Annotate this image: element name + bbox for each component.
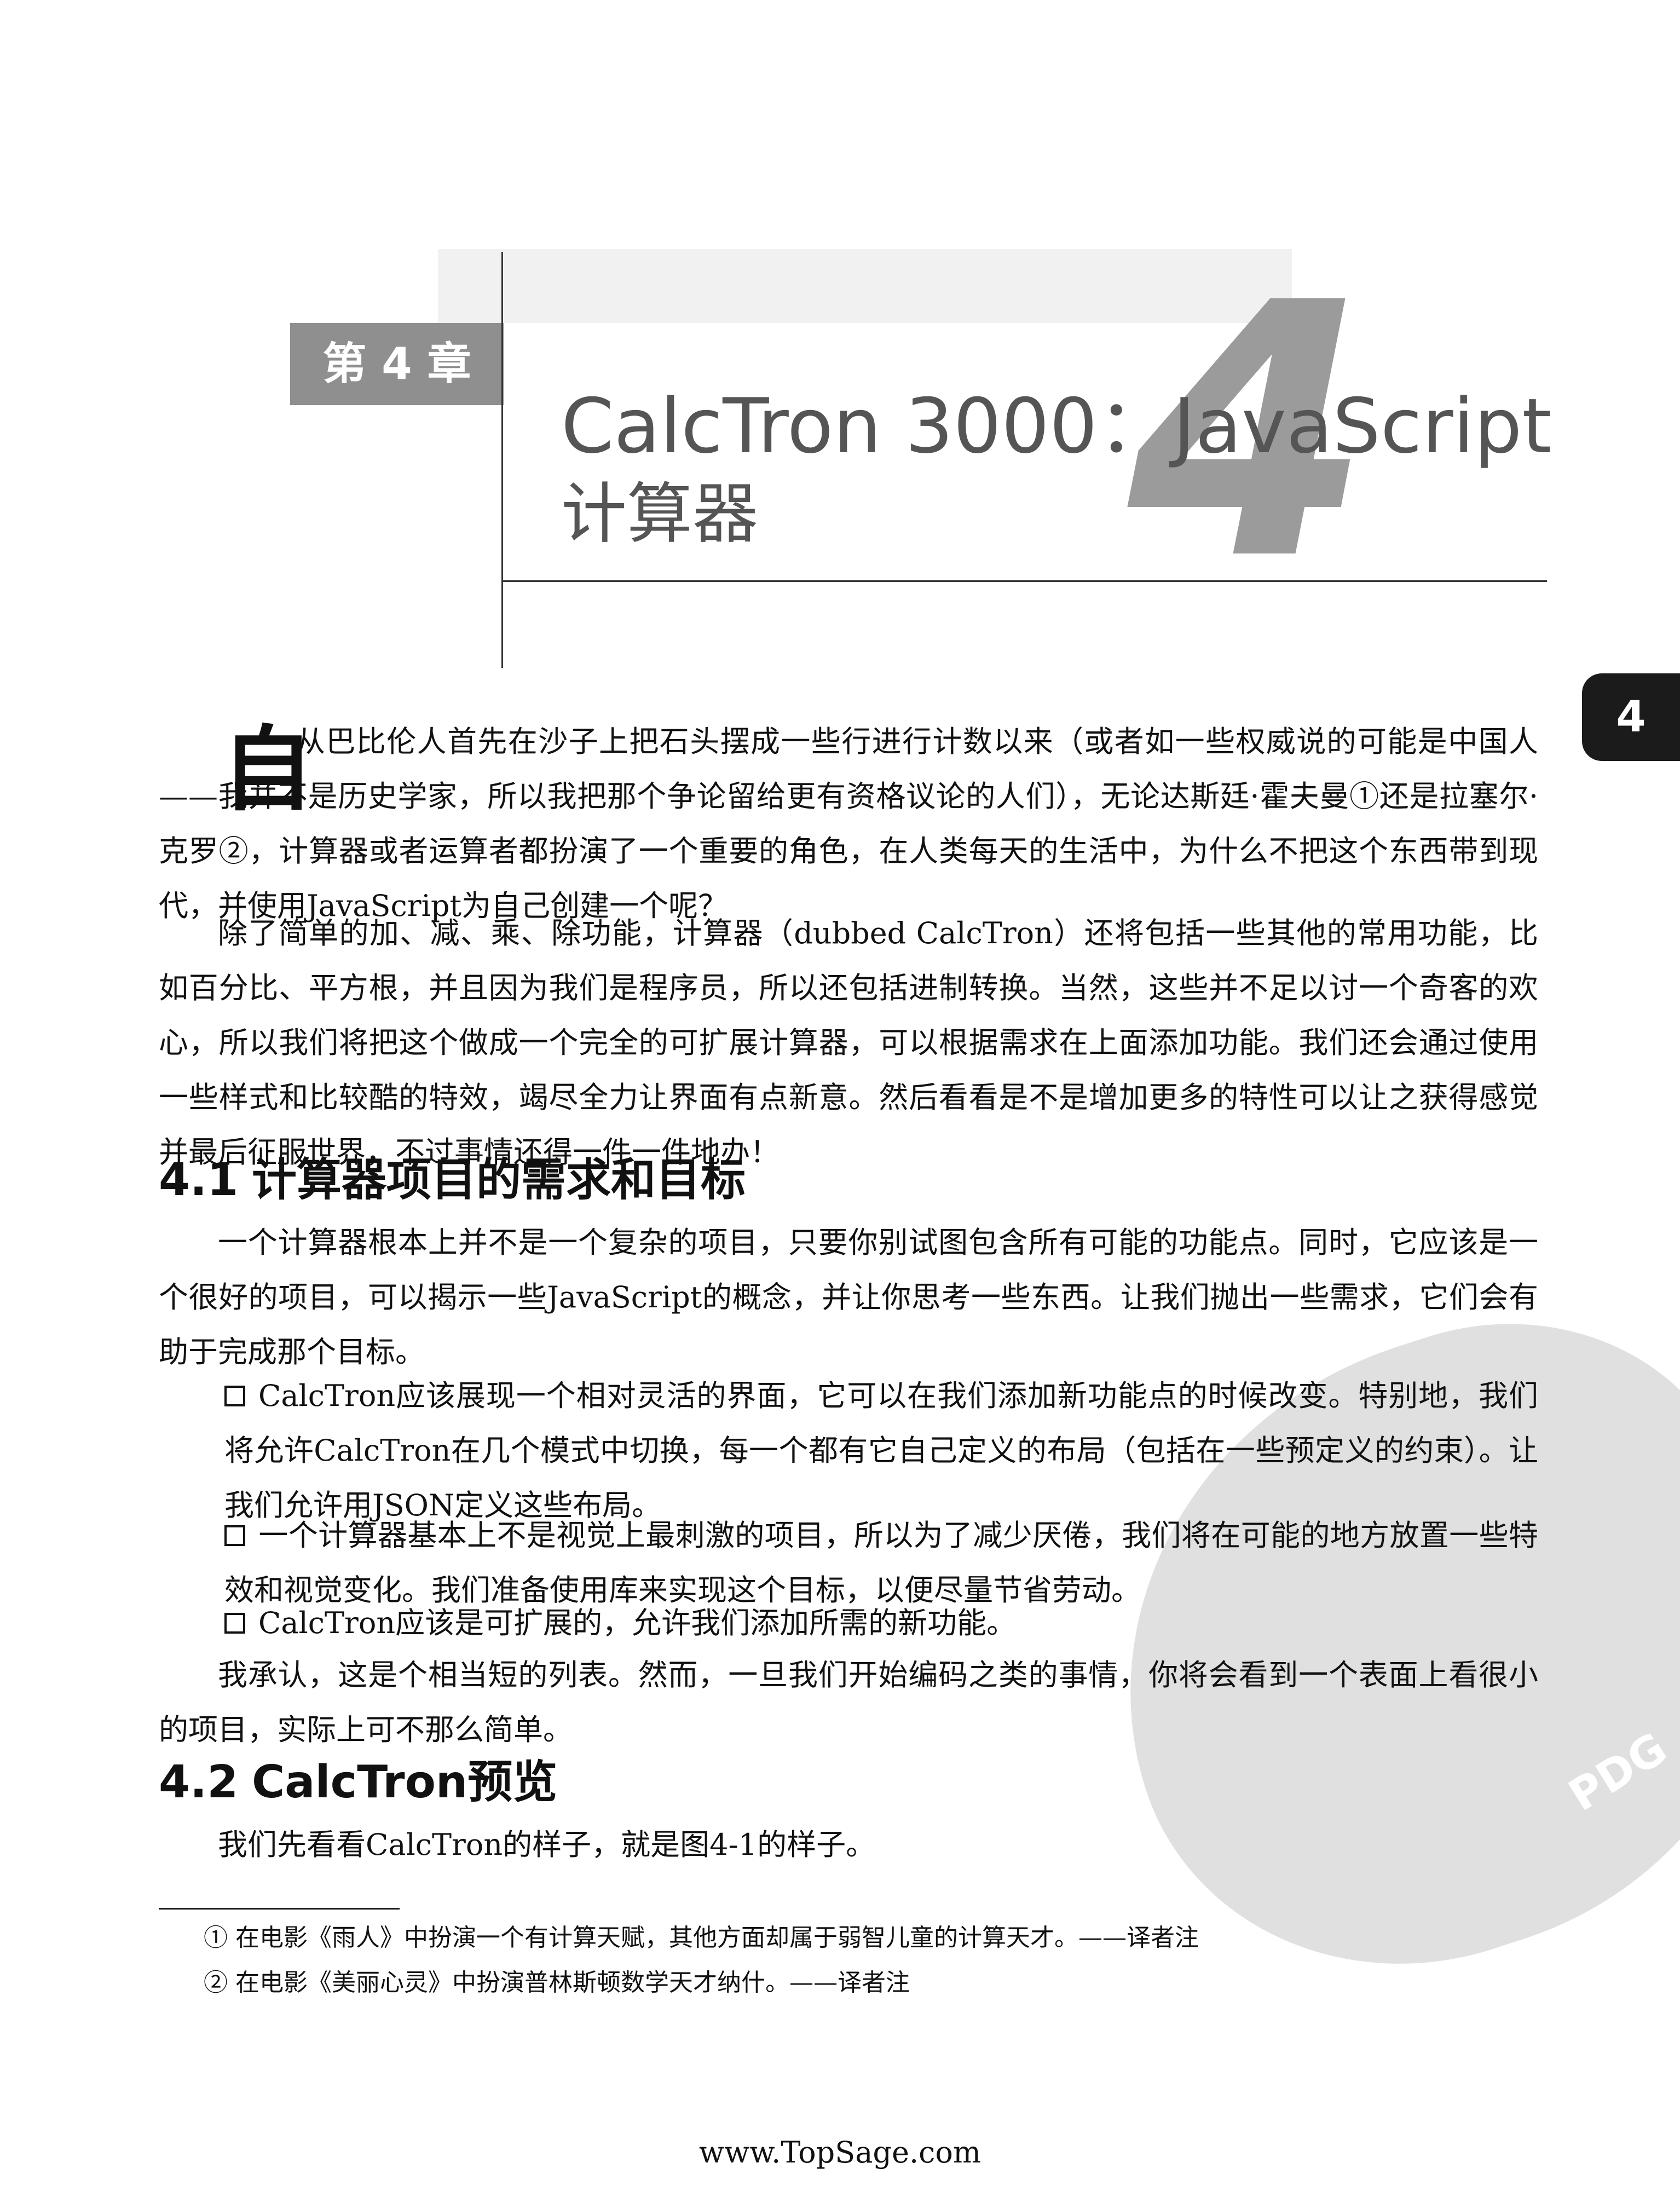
intro-paragraph-1: 从巴比伦人首先在沙子上把石头摆成一些行进行计数以来（或者如一些权威说的可能是中国… bbox=[159, 724, 1538, 923]
footer-url: www.TopSage.com bbox=[698, 2135, 982, 2170]
section-heading-4-1: 4.1 计算器项目的需求和目标 bbox=[159, 1158, 746, 1203]
checkbox-bullet-icon bbox=[224, 1525, 245, 1546]
footnote-2: ② 在电影《美丽心灵》中扮演普林斯顿数学天才纳什。——译者注 bbox=[204, 1969, 910, 1997]
section-number: 4.2 bbox=[159, 1756, 239, 1808]
section-heading-4-2: 4.2 CalcTron预览 bbox=[159, 1760, 557, 1805]
chapter-title-line1: CalcTron 3000：JavaScript bbox=[561, 382, 1552, 470]
section2-paragraph-1: 我们先看看CalcTron的样子，就是图4-1的样子。 bbox=[218, 1827, 876, 1862]
section-number: 4.1 bbox=[159, 1154, 239, 1206]
checkbox-bullet-icon bbox=[224, 1386, 245, 1406]
list-item-text: 一个计算器基本上不是视觉上最刺激的项目，所以为了减少厌倦，我们将在可能的地方放置… bbox=[224, 1518, 1538, 1607]
header-horizontal-rule bbox=[501, 580, 1547, 582]
chapter-title-line2: 计算器 bbox=[561, 476, 758, 552]
intro-paragraph-2: 除了简单的加、减、乘、除功能，计算器（dubbed CalcTron）还将包括一… bbox=[159, 916, 1538, 1169]
section1-paragraph-2: 我承认，这是个相当短的列表。然而，一旦我们开始编码之类的事情，你将会看到一个表面… bbox=[159, 1658, 1538, 1747]
list-item-text: CalcTron应该展现一个相对灵活的界面，它可以在我们添加新功能点的时候改变。… bbox=[224, 1379, 1538, 1522]
list-item: CalcTron应该是可扩展的，允许我们添加所需的新功能。 bbox=[224, 1596, 1538, 1651]
section1-paragraph-1: 一个计算器根本上并不是一个复杂的项目，只要你别试图包含所有可能的功能点。同时，它… bbox=[159, 1225, 1538, 1369]
chapter-side-tab-label: 4 bbox=[1616, 693, 1646, 742]
footnote-1: ① 在电影《雨人》中扮演一个有计算天赋，其他方面却属于弱智儿童的计算天才。——译… bbox=[204, 1924, 1199, 1952]
header-vertical-rule bbox=[501, 252, 503, 668]
section-title: 计算器项目的需求和目标 bbox=[252, 1154, 746, 1206]
chapter-label: 第 4 章 bbox=[322, 338, 471, 389]
list-item-text: CalcTron应该是可扩展的，允许我们添加所需的新功能。 bbox=[258, 1606, 1017, 1640]
section-title: CalcTron预览 bbox=[252, 1756, 558, 1808]
footnote-rule bbox=[159, 1908, 400, 1910]
checkbox-bullet-icon bbox=[224, 1613, 245, 1634]
